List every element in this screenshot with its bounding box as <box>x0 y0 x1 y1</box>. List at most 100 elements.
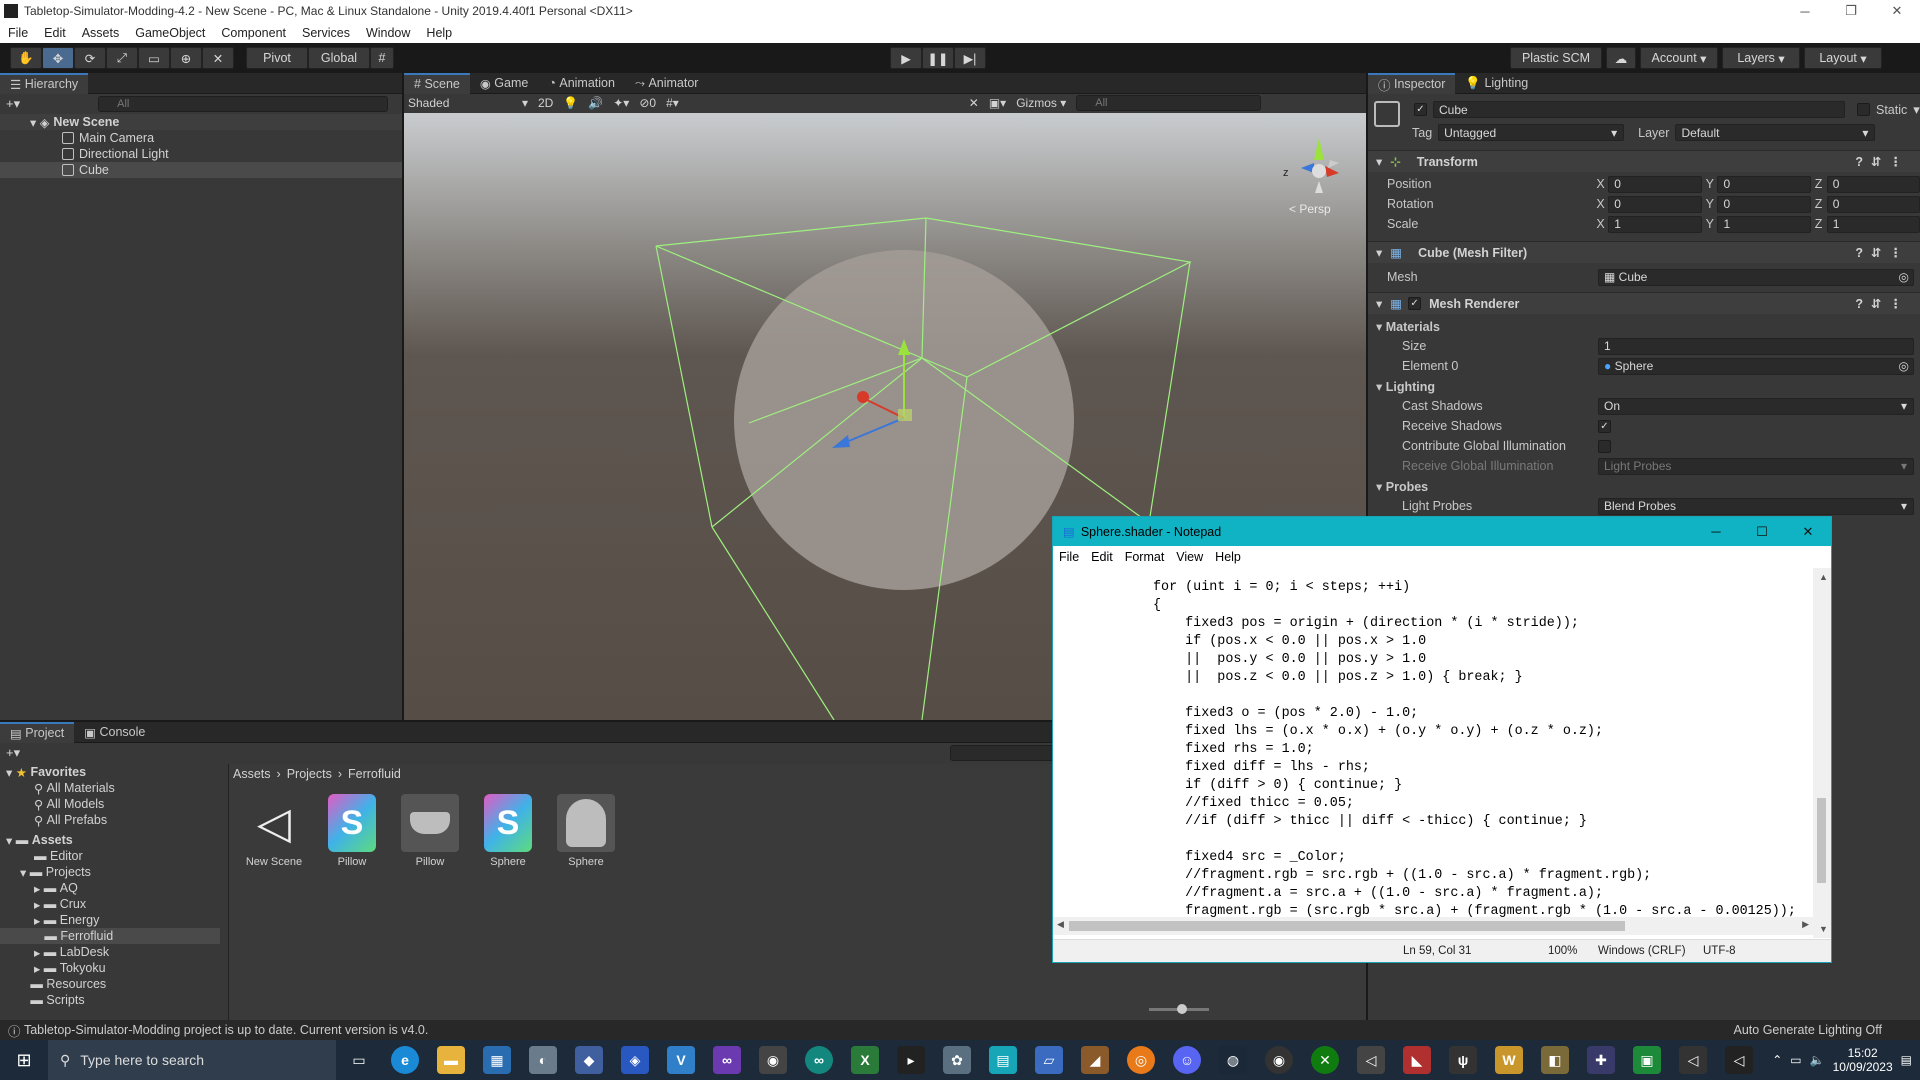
app-icon[interactable]: ◢ <box>1081 1046 1109 1074</box>
folder-item[interactable]: ▸ ▬ AQ <box>0 880 220 896</box>
tab-game[interactable]: ◉ Game <box>470 73 538 94</box>
app-icon[interactable]: ψ <box>1449 1046 1477 1074</box>
excel-icon[interactable]: X <box>851 1046 879 1074</box>
asset-item[interactable]: ◁ New Scene <box>243 794 305 869</box>
menu-help[interactable]: Help <box>418 26 460 40</box>
tag-dropdown[interactable]: Untagged ▾ <box>1438 124 1625 141</box>
hierarchy-item-main-camera[interactable]: Main Camera <box>0 130 402 146</box>
favorite-item[interactable]: ⚲ All Models <box>0 796 220 812</box>
hidden-objects-icon[interactable]: ⊘0 <box>639 96 656 110</box>
breadcrumb-item[interactable]: Assets <box>233 767 271 781</box>
scene-root[interactable]: ▾ ◈ New Scene <box>0 114 402 130</box>
materials-size-field[interactable]: 1 <box>1598 337 1914 355</box>
folder-item[interactable]: ▾ ▬ Projects <box>0 864 220 880</box>
hierarchy-search-input[interactable]: All <box>98 96 389 112</box>
menu-window[interactable]: Window <box>358 26 418 40</box>
steam-icon[interactable]: ◍ <box>1219 1046 1247 1074</box>
folder-item[interactable]: ▬ Resources <box>0 976 220 992</box>
layers-dropdown[interactable]: Layers ▾ <box>1722 47 1800 69</box>
breadcrumb-item[interactable]: Ferrofluid <box>348 767 401 781</box>
pause-button[interactable]: ❚❚ <box>922 47 954 69</box>
folder-item[interactable]: ▸ ▬ Tokyoku <box>0 960 220 976</box>
scene-search-input[interactable]: All <box>1076 95 1262 111</box>
notepad-close-button[interactable]: ✕ <box>1785 521 1831 543</box>
effects-dropdown-icon[interactable]: ✦▾ <box>613 96 629 110</box>
visual-studio-icon[interactable]: ∞ <box>713 1046 741 1074</box>
app-icon[interactable]: ◆ <box>575 1046 603 1074</box>
static-checkbox[interactable] <box>1857 103 1870 116</box>
grid-snap-icon[interactable]: # <box>370 47 394 69</box>
account-dropdown[interactable]: Account ▾ <box>1640 47 1718 69</box>
notepad-menu-view[interactable]: View <box>1170 550 1209 564</box>
probes-foldout[interactable]: ▾ Probes <box>1368 479 1428 494</box>
rect-tool-icon[interactable]: ▭ <box>138 47 170 69</box>
favorite-item[interactable]: ⚲ All Materials <box>0 780 220 796</box>
object-picker-icon[interactable]: ◎ <box>1899 359 1909 373</box>
notepad-text-area[interactable]: for (uint i = 0; i < steps; ++i) { fixed3… <box>1053 568 1813 938</box>
tray-chevron-icon[interactable]: ⌃ <box>1772 1053 1782 1067</box>
asset-item[interactable]: S Sphere <box>477 794 539 868</box>
terminal-icon[interactable]: ▸ <box>897 1046 925 1074</box>
rotation-x-field[interactable]: 0 <box>1608 195 1702 213</box>
tab-animator[interactable]: ⤳ Animator <box>625 73 709 94</box>
task-view-icon[interactable]: ▭ <box>345 1046 373 1074</box>
position-x-field[interactable]: 0 <box>1608 175 1702 193</box>
minimize-button[interactable]: ─ <box>1782 0 1828 22</box>
folder-item[interactable]: ▬ Ferrofluid <box>0 928 220 944</box>
maximize-button[interactable]: ❐ <box>1828 0 1874 22</box>
camera-icon[interactable]: ▣▾ <box>989 96 1006 110</box>
edge-icon[interactable]: e <box>391 1046 419 1074</box>
custom-tool-icon[interactable]: ✕ <box>202 47 234 69</box>
close-button[interactable]: ✕ <box>1874 0 1920 22</box>
auto-lighting-status[interactable]: Auto Generate Lighting Off <box>1734 1023 1912 1037</box>
github-icon[interactable]: ◉ <box>759 1046 787 1074</box>
hierarchy-item-cube[interactable]: Cube <box>0 162 402 178</box>
notepad-minimize-button[interactable]: ─ <box>1693 521 1739 543</box>
static-dropdown-icon[interactable]: ▾ <box>1913 102 1920 118</box>
scale-y-field[interactable]: 1 <box>1717 215 1811 233</box>
materials-foldout[interactable]: ▾ Materials <box>1368 319 1440 334</box>
notepad-horizontal-scrollbar[interactable]: ◀ ▶ <box>1053 917 1813 935</box>
gizmos-dropdown[interactable]: Gizmos ▾ <box>1016 96 1066 110</box>
transform-header[interactable]: ▾ ⊹ Transform ?⇵⋮ <box>1368 150 1920 172</box>
notepad-menu-help[interactable]: Help <box>1209 550 1247 564</box>
tab-console[interactable]: ▣ Console <box>74 722 155 743</box>
notepad-menu-edit[interactable]: Edit <box>1085 550 1119 564</box>
scale-z-field[interactable]: 1 <box>1826 215 1920 233</box>
taskbar-search-input[interactable]: ⚲ Type here to search <box>48 1040 336 1080</box>
unity-hub-icon[interactable]: ◁ <box>1679 1046 1707 1074</box>
favorites-root[interactable]: ▾ ★ Favorites <box>0 764 220 780</box>
tab-scene[interactable]: # Scene <box>404 72 470 94</box>
notepad-menu-file[interactable]: File <box>1053 550 1085 564</box>
scale-tool-icon[interactable]: ⤢ <box>106 47 138 69</box>
app-icon[interactable]: ✚ <box>1587 1046 1615 1074</box>
app-icon[interactable]: ▱ <box>1035 1046 1063 1074</box>
asset-item[interactable]: Pillow <box>399 794 461 868</box>
menu-component[interactable]: Component <box>213 26 294 40</box>
transform-tool-icon[interactable]: ⊕ <box>170 47 202 69</box>
add-object-button[interactable]: +▾ <box>6 96 20 112</box>
position-z-field[interactable]: 0 <box>1826 175 1920 193</box>
light-probes-dropdown[interactable]: Blend Probes ▾ <box>1598 497 1914 515</box>
component-menu-icon[interactable]: ?⇵⋮ <box>1855 296 1920 311</box>
asset-item[interactable]: S Pillow <box>321 794 383 868</box>
element0-field[interactable]: ● Sphere ◎ <box>1598 357 1914 375</box>
menu-edit[interactable]: Edit <box>36 26 74 40</box>
lighting-foldout[interactable]: ▾ Lighting <box>1368 379 1435 394</box>
notepad-menu-format[interactable]: Format <box>1119 550 1171 564</box>
active-checkbox[interactable]: ✓ <box>1414 103 1427 116</box>
mesh-renderer-header[interactable]: ▾ ▦ ✓ Mesh Renderer ?⇵⋮ <box>1368 292 1920 314</box>
cloud-icon[interactable]: ☁ <box>1606 47 1636 69</box>
hand-tool-icon[interactable]: ✋ <box>10 47 42 69</box>
play-button[interactable]: ▶ <box>890 47 922 69</box>
menu-assets[interactable]: Assets <box>74 26 128 40</box>
plastic-scm-button[interactable]: Plastic SCM <box>1510 47 1602 69</box>
notepad-maximize-button[interactable]: ☐ <box>1739 521 1785 543</box>
folder-item[interactable]: ▸ ▬ Crux <box>0 896 220 912</box>
tools-icon[interactable]: ✕ <box>969 96 979 110</box>
folder-item[interactable]: ▬ Scripts <box>0 992 220 1008</box>
object-name-field[interactable]: Cube <box>1433 101 1845 118</box>
contribute-gi-checkbox[interactable] <box>1598 439 1611 453</box>
arduino-icon[interactable]: ∞ <box>805 1046 833 1074</box>
menu-gameobject[interactable]: GameObject <box>127 26 213 40</box>
